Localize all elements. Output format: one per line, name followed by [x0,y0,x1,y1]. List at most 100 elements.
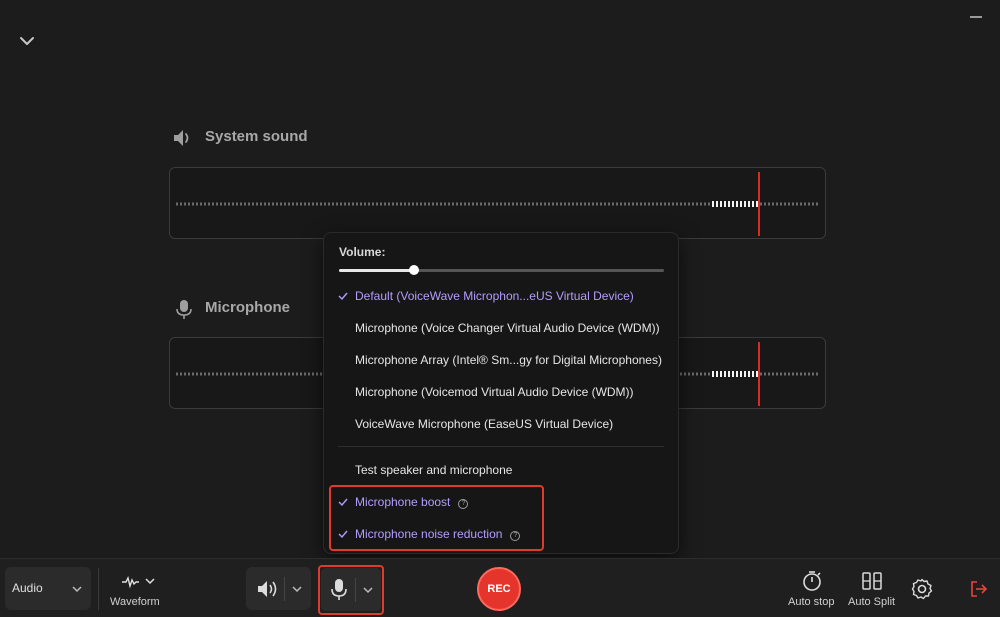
waveform-bar [236,202,238,206]
waveform-bar [624,202,626,206]
waveform-bar [520,202,522,206]
waveform-bar [188,372,190,376]
waveform-bar [208,372,210,376]
auto-split-button[interactable]: Auto Split [847,570,897,610]
stopwatch-icon [803,571,821,591]
waveform-bar [204,372,206,376]
waveform-bar [768,202,770,206]
waveform-bar [508,202,510,206]
waveform-bar [500,202,502,206]
waveform-bar [420,202,422,206]
waveform-bar [284,202,286,206]
waveform-bar [548,202,550,206]
waveform-bar [560,202,562,206]
waveform-bar [220,202,222,206]
waveform-bar [296,202,298,206]
waveform-bar [240,372,242,376]
record-button[interactable]: REC [477,567,521,611]
auto-stop-button[interactable]: Auto stop [788,570,836,610]
waveform-bar [788,372,790,376]
waveform-bar [436,202,438,206]
system-sound-control[interactable] [246,567,311,610]
device-item-voice-changer[interactable]: Microphone (Voice Changer Virtual Audio … [338,315,668,341]
waveform-bar [184,202,186,206]
waveform-toggle-button[interactable] [120,573,160,591]
waveform-bar [316,202,318,206]
waveform-bar [472,202,474,206]
waveform-bar [304,372,306,376]
waveform-bar [516,202,518,206]
waveform-bar [784,202,786,206]
volume-slider-thumb[interactable] [408,265,419,275]
device-item-microphone-array[interactable]: Microphone Array (Intel® Sm...gy for Dig… [338,347,668,373]
waveform-bar [320,202,322,206]
waveform-bar [284,372,286,376]
waveform-bar [252,372,254,376]
waveform-bar [732,201,734,207]
volume-slider[interactable] [339,265,664,275]
waveform-bar [572,202,574,206]
waveform-bar [264,202,266,206]
waveform-bar [808,372,810,376]
waveform-bar [260,372,262,376]
waveform-bar [480,202,482,206]
waveform-bar [464,202,466,206]
waveform-bar [244,372,246,376]
waveform-bar [748,371,750,377]
waveform-bar [424,202,426,206]
system-sound-meter [169,167,826,239]
waveform-bar [716,371,718,377]
waveform-bar [364,202,366,206]
auto-split-label: Auto Split [848,596,896,608]
settings-button[interactable] [910,577,934,601]
waveform-bar [744,201,746,207]
waveform-bar [240,202,242,206]
waveform-bar [352,202,354,206]
waveform-bar [736,371,738,377]
waveform-bar [332,202,334,206]
waveform-bar [280,372,282,376]
waveform-bar [540,202,542,206]
device-item-default[interactable]: Default (VoiceWave Microphon...eUS Virtu… [338,283,668,309]
waveform-bar [796,202,798,206]
waveform-bar [644,202,646,206]
waveform-bar [448,202,450,206]
waveform-bar [772,372,774,376]
collapse-chevron-button[interactable] [17,31,37,51]
test-speaker-microphone-item[interactable]: Test speaker and microphone [338,457,668,483]
waveform-bar [300,372,302,376]
waveform-bar [676,202,678,206]
waveform-bar [792,202,794,206]
waveform-bar [804,202,806,206]
waveform-bar [484,202,486,206]
waveform-bar [228,372,230,376]
waveform-bar [192,202,194,206]
recording-mode-select[interactable]: Audio [5,567,91,610]
waveform-bar [192,372,194,376]
waveform-bar [532,202,534,206]
waveform-bar [212,372,214,376]
waveform-bar [620,202,622,206]
chevron-down-icon[interactable] [291,583,303,595]
waveform-bar [776,202,778,206]
waveform-bar [708,372,710,376]
device-item-voicemod[interactable]: Microphone (Voicemod Virtual Audio Devic… [338,379,668,405]
waveform-bar [704,202,706,206]
waveform-bar [400,202,402,206]
waveform-bar [388,202,390,206]
waveform-bar [800,372,802,376]
waveform-bar [780,372,782,376]
waveform-bar [804,372,806,376]
waveform-bar [324,202,326,206]
recording-mode-value: Audio [12,581,43,595]
minimize-button[interactable] [968,12,984,22]
waveform-bar [188,202,190,206]
waveform-bar [280,202,282,206]
waveform-bar [672,202,674,206]
chevron-down-icon [72,586,82,593]
waveform-bar [452,202,454,206]
waveform-bar [404,202,406,206]
device-item-voicewave[interactable]: VoiceWave Microphone (EaseUS Virtual Dev… [338,411,668,437]
exit-button[interactable] [969,579,989,599]
checkmark-icon [338,292,348,301]
